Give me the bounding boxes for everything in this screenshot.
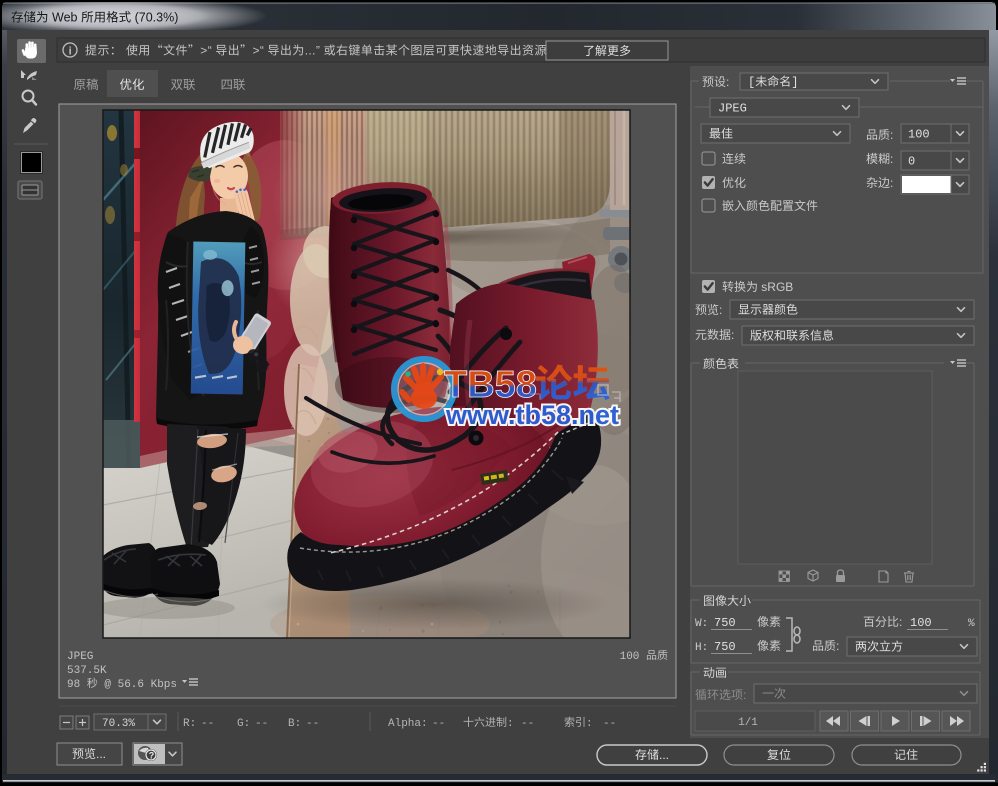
svg-text::: : [890,128,893,142]
svg-text:70.3%: 70.3% [102,718,135,730]
svg-text:--: -- [432,718,445,730]
svg-text:B:: B: [288,718,301,730]
svg-text:JPEG: JPEG [67,651,93,663]
svg-text:56.6: 56.6 [118,679,144,691]
svg-text:]: ] [791,76,798,90]
svg-text::: : [743,688,746,702]
svg-text::: : [890,176,893,190]
svg-text::: : [899,615,902,629]
svg-text:?: ? [149,751,155,761]
svg-text:...: ... [659,748,669,762]
svg-text:--: -- [306,718,319,730]
svg-text:750: 750 [714,616,736,630]
svg-text:537.5K: 537.5K [67,665,107,677]
svg-text:(70.3%): (70.3%) [135,11,179,25]
svg-text::: : [719,303,722,317]
svg-text::: : [507,718,514,730]
svg-text:...”: ...” [305,44,321,58]
svg-text:--: -- [201,718,214,730]
svg-text:0: 0 [908,155,915,169]
svg-text::: : [726,75,729,89]
svg-text:sRGB: sRGB [761,280,793,294]
svg-text:@: @ [104,679,111,691]
svg-text:>“: >“ [200,44,212,58]
svg-text:98: 98 [67,679,80,691]
svg-text:i: i [69,46,72,58]
svg-text:%: % [968,618,975,630]
svg-text:--: -- [521,718,534,730]
svg-text:Web: Web [52,11,78,25]
svg-text::: : [586,718,593,730]
svg-text:750: 750 [714,640,736,654]
svg-text:--: -- [603,718,616,730]
svg-text:R:: R: [183,718,196,730]
svg-text::: : [731,328,734,342]
svg-text:W:: W: [695,618,708,630]
svg-text:1/1: 1/1 [738,717,758,729]
svg-text:100: 100 [620,651,640,663]
svg-text:Kbps: Kbps [151,679,177,691]
svg-text:Alpha:: Alpha: [388,718,428,730]
svg-text:G:: G: [237,718,250,730]
svg-text::: : [890,152,893,166]
svg-text:...: ... [96,747,106,761]
svg-text:JPEG: JPEG [718,102,747,116]
svg-text::: : [836,639,839,653]
svg-text:100: 100 [910,616,932,630]
svg-text:www.tb58.net: www.tb58.net [445,400,619,430]
svg-text:H:: H: [695,642,708,654]
svg-text:100: 100 [908,128,930,142]
svg-text:[: [ [748,76,755,90]
svg-text:>“: >“ [253,44,265,58]
svg-text:--: -- [255,718,268,730]
